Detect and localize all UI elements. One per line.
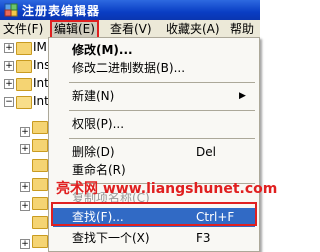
expand-icon[interactable]: +: [20, 182, 30, 192]
folder-icon: [32, 216, 48, 229]
menu-item-label: 权限(P)...: [72, 117, 125, 131]
expand-icon[interactable]: +: [20, 201, 30, 211]
folder-icon: [32, 235, 48, 248]
menu-separator: [69, 110, 255, 111]
submenu-arrow-icon: ▶: [239, 91, 246, 101]
expand-icon[interactable]: +: [20, 127, 30, 137]
menu-item-label: 查找下一个(X): [72, 231, 150, 245]
folder-icon: [32, 159, 48, 172]
menu-item-delete[interactable]: 删除(D) Del: [49, 143, 259, 162]
menu-item-find-next[interactable]: 查找下一个(X) F3: [49, 229, 259, 248]
registry-tree: + IME + Ins + Int − Int + + + + +: [0, 39, 54, 250]
menu-item-label: 修改二进制数据(B)...: [72, 61, 186, 75]
folder-icon: [16, 42, 32, 55]
collapse-icon[interactable]: −: [4, 97, 14, 107]
menu-item-permissions[interactable]: 权限(P)...: [49, 115, 259, 134]
expand-icon[interactable]: +: [20, 239, 30, 249]
folder-icon: [32, 197, 48, 210]
menu-separator: [69, 82, 255, 83]
menu-item-new[interactable]: 新建(N) ▶: [49, 87, 259, 106]
tree-item[interactable]: Int: [33, 76, 49, 90]
menu-item-modify-binary[interactable]: 修改二进制数据(B)...: [49, 59, 259, 78]
menu-item-label: 新建(N): [72, 89, 115, 103]
menu-item-shortcut: F3: [196, 231, 211, 245]
expand-icon[interactable]: +: [20, 144, 30, 154]
expand-icon[interactable]: +: [4, 43, 14, 53]
menu-separator: [69, 138, 255, 139]
title-bar[interactable]: 注册表编辑器: [0, 0, 260, 20]
window-title: 注册表编辑器: [22, 4, 101, 18]
menu-item-modify[interactable]: 修改(M)...: [49, 41, 259, 60]
expand-icon[interactable]: +: [4, 79, 14, 89]
folder-icon: [32, 178, 48, 191]
menu-file[interactable]: 文件(F): [3, 20, 43, 39]
folder-icon: [32, 139, 48, 152]
regedit-icon: [4, 3, 18, 17]
menu-item-shortcut: Del: [196, 145, 216, 159]
expand-icon[interactable]: +: [4, 61, 14, 71]
watermark: 亮术网 www.liangshunet.com: [56, 181, 278, 197]
find-highlight-annotation: [51, 202, 257, 226]
menu-item-label: 删除(D): [72, 145, 115, 159]
menu-item-label: 修改(M)...: [72, 43, 133, 57]
folder-icon: [32, 121, 48, 134]
tree-item[interactable]: Int: [33, 94, 49, 108]
folder-icon: [16, 60, 32, 73]
open-folder-icon: [16, 96, 32, 109]
folder-icon: [16, 78, 32, 91]
